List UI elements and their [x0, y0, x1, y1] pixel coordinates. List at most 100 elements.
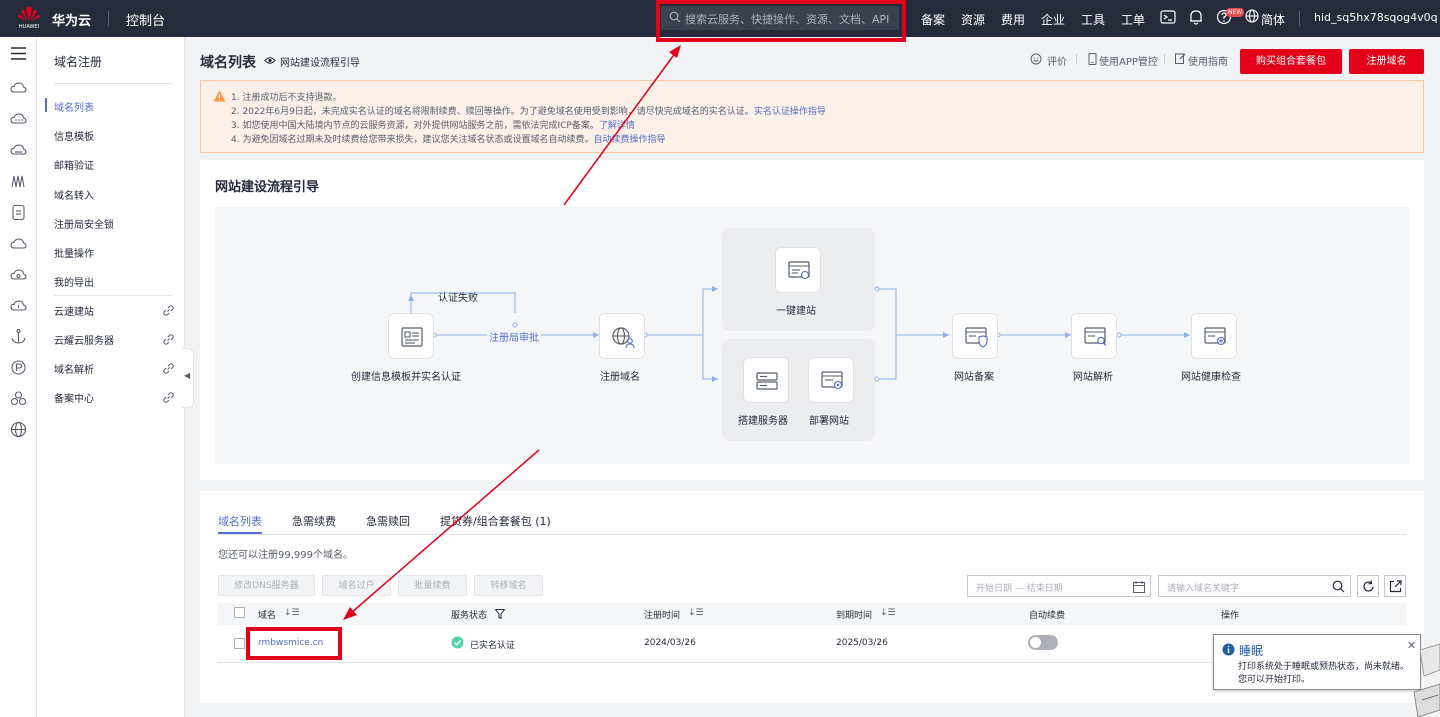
menu-item-info-template[interactable]: 信息模板: [54, 128, 94, 143]
health-check-icon: [1204, 327, 1226, 346]
refresh-button[interactable]: [1357, 575, 1379, 597]
select-all-checkbox[interactable]: [234, 607, 245, 618]
sleep-notification[interactable]: 睡眠 ✕ 打印系统处于睡眠或预热状态，尚未就绪。 您可以开始打印。: [1213, 634, 1421, 690]
globe-icon[interactable]: [1245, 9, 1259, 23]
icp-step[interactable]: [952, 313, 998, 359]
globe-icon[interactable]: [10, 421, 27, 438]
huawei-logo[interactable]: HUAWEI: [14, 5, 44, 33]
register-step[interactable]: [599, 313, 645, 359]
eye-icon: [264, 57, 276, 64]
menu-link-site-builder[interactable]: 云速建站: [54, 303, 94, 318]
parking-icon[interactable]: [10, 359, 27, 376]
hamburger-menu-icon[interactable]: [10, 45, 27, 62]
console-link[interactable]: 控制台: [126, 10, 165, 29]
quota-hint: 您还可以注册99,999个域名。: [218, 550, 353, 561]
server-step-label: 搭建服务器: [738, 416, 788, 427]
realname-guide-link[interactable]: 实名认证操作指导: [754, 107, 826, 117]
anchor-icon[interactable]: [10, 328, 27, 345]
chevron-left-icon: ◀: [184, 371, 191, 380]
row-checkbox[interactable]: [234, 638, 245, 649]
sort-icon[interactable]: ↓☰: [688, 608, 704, 618]
nav-enterprise[interactable]: 企业: [1041, 11, 1065, 28]
menu-link-icp-center[interactable]: 备案中心: [54, 390, 94, 405]
column-status[interactable]: 服务状态: [451, 608, 487, 621]
date-range-picker[interactable]: 开始日期 — 结束日期: [967, 575, 1151, 597]
brand-name[interactable]: 华为云: [52, 10, 91, 29]
flow-guide-link[interactable]: 网站建设流程引导: [280, 54, 360, 69]
menu-item-batch-ops[interactable]: 批量操作: [54, 245, 94, 260]
cluster-icon[interactable]: [10, 390, 27, 407]
transfer-owner-button[interactable]: 域名过户: [322, 575, 391, 596]
oneclick-step[interactable]: [775, 247, 821, 293]
export-button[interactable]: [1384, 575, 1406, 597]
search-doc-icon: [1084, 327, 1107, 346]
menu-divider: [54, 295, 172, 296]
storage-icon[interactable]: [10, 142, 27, 159]
edit-doc-icon: [1175, 53, 1186, 64]
web-icon: [788, 261, 810, 280]
buy-package-button[interactable]: 购买组合套餐包: [1240, 49, 1342, 74]
health-step[interactable]: [1191, 313, 1237, 359]
menu-title: 域名注册: [54, 55, 103, 69]
filter-icon[interactable]: [495, 609, 505, 619]
dns-step[interactable]: [1071, 313, 1117, 359]
menu-item-my-exports[interactable]: 我的导出: [54, 274, 94, 289]
user-guide-link[interactable]: 使用指南: [1188, 53, 1228, 68]
nav-beian[interactable]: 备案: [921, 11, 945, 28]
menu-link-dns[interactable]: 域名解析: [54, 361, 94, 376]
column-reg-date[interactable]: 注册时间: [644, 608, 680, 621]
secondary-menu: 域名注册 域名列表 信息模板 邮箱验证 域名转入 注册局安全锁 批量操作 我的导…: [37, 37, 185, 717]
security-cloud-icon[interactable]: [10, 266, 27, 283]
menu-item-domain-transfer[interactable]: 域名转入: [54, 187, 94, 202]
server-step[interactable]: [743, 357, 789, 403]
tab-renew-urgent[interactable]: 急需续费: [292, 513, 336, 529]
transfer-domain-button[interactable]: 转移域名: [474, 575, 543, 596]
tab-vouchers[interactable]: 提货券/组合套餐包 (1): [440, 513, 551, 529]
rate-link[interactable]: 评价: [1047, 53, 1067, 68]
learn-more-link[interactable]: 了解详情: [599, 121, 635, 131]
domain-search-input[interactable]: 请输入域名关键字: [1158, 575, 1351, 597]
template-step[interactable]: [388, 313, 434, 359]
user-account[interactable]: hid_sq5hx78sqog4v0q: [1314, 11, 1438, 24]
register-domain-button[interactable]: 注册域名: [1349, 49, 1424, 74]
cloud-service-icon[interactable]: [10, 80, 27, 97]
bell-icon[interactable]: [1188, 9, 1204, 25]
divider: [1299, 11, 1300, 26]
ecs-icon[interactable]: [10, 111, 27, 128]
modify-dns-button[interactable]: 修改DNS服务器: [218, 575, 315, 596]
deploy-step[interactable]: [808, 357, 854, 403]
nav-tickets[interactable]: 工单: [1121, 11, 1145, 28]
network-icon[interactable]: [10, 173, 27, 190]
cloud-shell-icon[interactable]: [1160, 9, 1176, 25]
sort-icon[interactable]: ↓☰: [880, 608, 896, 618]
notice-line-3: 3. 如您使用中国大陆境内节点的云服务资源，对外提供网站服务之前，需依法完成IC…: [231, 121, 635, 131]
batch-renew-button[interactable]: 批量续费: [398, 575, 467, 596]
menu-link-flexus-server[interactable]: 云耀云服务器: [54, 332, 114, 347]
menu-item-registry-lock[interactable]: 注册局安全锁: [54, 216, 114, 231]
tab-redeem-urgent[interactable]: 急需赎回: [366, 513, 410, 529]
logo-text: HUAWEI: [18, 24, 40, 30]
language-switch[interactable]: 简体: [1261, 11, 1285, 28]
auto-renew-toggle[interactable]: [1028, 635, 1058, 650]
database-icon[interactable]: [10, 204, 27, 221]
divider: [1076, 54, 1077, 64]
refresh-icon: [1363, 580, 1374, 592]
app-control-link[interactable]: 使用APP管控: [1099, 53, 1158, 68]
column-actions: 操作: [1221, 611, 1240, 621]
search-icon[interactable]: [1332, 580, 1345, 593]
menu-item-email-verify[interactable]: 邮箱验证: [54, 157, 94, 172]
auto-renew-guide-link[interactable]: 自动续费操作指导: [593, 135, 665, 145]
monitor-cloud-icon[interactable]: [10, 297, 27, 314]
service-rail: [0, 37, 37, 717]
column-exp-date[interactable]: 到期时间: [836, 608, 872, 621]
sort-icon[interactable]: ↓☰: [284, 608, 300, 618]
cdn-icon[interactable]: [10, 235, 27, 252]
nav-tools[interactable]: 工具: [1081, 11, 1105, 28]
tab-domain-list[interactable]: 域名列表: [218, 513, 262, 529]
column-domain[interactable]: 域名: [258, 608, 276, 621]
warning-icon: [213, 90, 226, 102]
nav-billing[interactable]: 费用: [1001, 11, 1025, 28]
collapse-menu-button[interactable]: ◀: [182, 348, 194, 408]
nav-resources[interactable]: 资源: [961, 11, 985, 28]
menu-item-domain-list[interactable]: 域名列表: [54, 99, 94, 114]
